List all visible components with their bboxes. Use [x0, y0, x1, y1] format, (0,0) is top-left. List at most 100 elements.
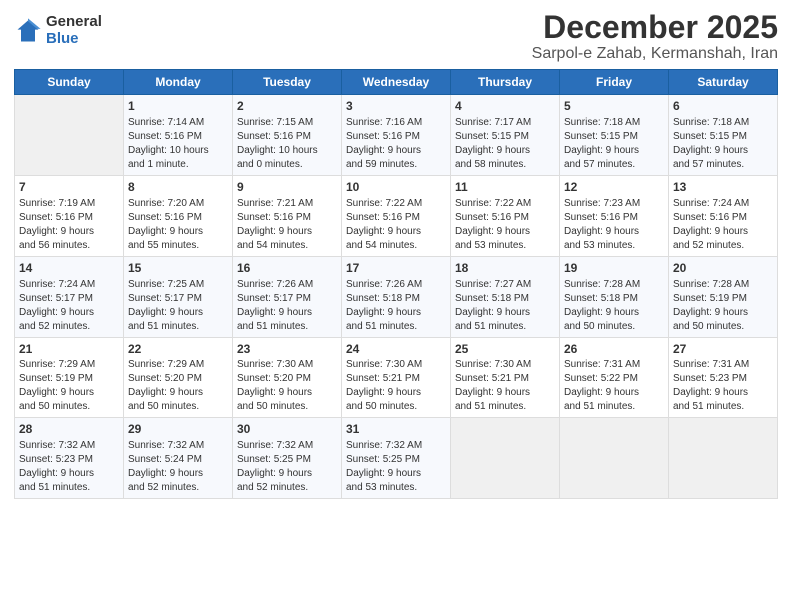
day-info-line: Daylight: 9 hours	[237, 467, 337, 481]
day-info-line: Daylight: 9 hours	[346, 467, 446, 481]
day-info-line: and 52 minutes.	[237, 481, 337, 495]
day-info-line: and 50 minutes.	[19, 400, 119, 414]
day-info-line: and 55 minutes.	[128, 239, 228, 253]
day-info-line: and 52 minutes.	[673, 239, 773, 253]
calendar-week-row: 7Sunrise: 7:19 AMSunset: 5:16 PMDaylight…	[15, 175, 778, 256]
day-info-line: Sunset: 5:22 PM	[564, 372, 664, 386]
day-info-line: Daylight: 9 hours	[128, 467, 228, 481]
day-info-line: Sunrise: 7:29 AM	[19, 358, 119, 372]
calendar-week-row: 28Sunrise: 7:32 AMSunset: 5:23 PMDayligh…	[15, 418, 778, 499]
day-info-line: Sunset: 5:16 PM	[346, 130, 446, 144]
day-info-line: Sunrise: 7:17 AM	[455, 116, 555, 130]
day-info-line: Daylight: 10 hours	[128, 144, 228, 158]
calendar-cell: 29Sunrise: 7:32 AMSunset: 5:24 PMDayligh…	[124, 418, 233, 499]
calendar-cell	[15, 95, 124, 176]
day-info-line: Sunset: 5:16 PM	[673, 211, 773, 225]
day-info-line: and 51 minutes.	[237, 320, 337, 334]
day-info-line: Daylight: 9 hours	[19, 225, 119, 239]
header-row: Sunday Monday Tuesday Wednesday Thursday…	[15, 70, 778, 95]
col-sunday: Sunday	[15, 70, 124, 95]
calendar-week-row: 21Sunrise: 7:29 AMSunset: 5:19 PMDayligh…	[15, 337, 778, 418]
day-number: 3	[346, 98, 446, 115]
calendar-cell: 5Sunrise: 7:18 AMSunset: 5:15 PMDaylight…	[560, 95, 669, 176]
day-info-line: Daylight: 9 hours	[19, 386, 119, 400]
day-number: 22	[128, 341, 228, 358]
day-info-line: and 50 minutes.	[128, 400, 228, 414]
day-info-line: Sunset: 5:16 PM	[564, 211, 664, 225]
day-info-line: Sunset: 5:16 PM	[346, 211, 446, 225]
day-info-line: Sunrise: 7:28 AM	[673, 278, 773, 292]
calendar-cell: 17Sunrise: 7:26 AMSunset: 5:18 PMDayligh…	[342, 256, 451, 337]
calendar-cell: 23Sunrise: 7:30 AMSunset: 5:20 PMDayligh…	[233, 337, 342, 418]
day-info-line: and 59 minutes.	[346, 158, 446, 172]
calendar-cell	[669, 418, 778, 499]
calendar-cell: 14Sunrise: 7:24 AMSunset: 5:17 PMDayligh…	[15, 256, 124, 337]
day-number: 23	[237, 341, 337, 358]
logo-icon	[14, 17, 42, 45]
day-info-line: Sunrise: 7:24 AM	[673, 197, 773, 211]
calendar-table: Sunday Monday Tuesday Wednesday Thursday…	[14, 69, 778, 499]
day-info-line: Sunset: 5:18 PM	[455, 292, 555, 306]
day-info-line: Sunrise: 7:31 AM	[564, 358, 664, 372]
day-info-line: Sunrise: 7:30 AM	[346, 358, 446, 372]
logo-general-text: General	[46, 14, 102, 31]
day-info-line: Sunrise: 7:21 AM	[237, 197, 337, 211]
day-info-line: Sunrise: 7:26 AM	[346, 278, 446, 292]
day-info-line: Daylight: 9 hours	[564, 225, 664, 239]
day-info-line: Daylight: 9 hours	[455, 225, 555, 239]
calendar-cell: 13Sunrise: 7:24 AMSunset: 5:16 PMDayligh…	[669, 175, 778, 256]
calendar-cell: 1Sunrise: 7:14 AMSunset: 5:16 PMDaylight…	[124, 95, 233, 176]
day-info-line: Sunset: 5:19 PM	[19, 372, 119, 386]
day-number: 16	[237, 260, 337, 277]
logo-blue-text: Blue	[46, 31, 102, 48]
logo-text: General Blue	[46, 14, 102, 47]
day-info-line: and 57 minutes.	[673, 158, 773, 172]
day-info-line: Daylight: 10 hours	[237, 144, 337, 158]
calendar-cell: 15Sunrise: 7:25 AMSunset: 5:17 PMDayligh…	[124, 256, 233, 337]
day-info-line: and 56 minutes.	[19, 239, 119, 253]
day-info-line: Sunset: 5:17 PM	[237, 292, 337, 306]
day-info-line: Daylight: 9 hours	[19, 467, 119, 481]
calendar-cell: 28Sunrise: 7:32 AMSunset: 5:23 PMDayligh…	[15, 418, 124, 499]
day-info-line: Sunrise: 7:16 AM	[346, 116, 446, 130]
calendar-week-row: 1Sunrise: 7:14 AMSunset: 5:16 PMDaylight…	[15, 95, 778, 176]
calendar-cell: 27Sunrise: 7:31 AMSunset: 5:23 PMDayligh…	[669, 337, 778, 418]
day-info-line: Sunset: 5:23 PM	[19, 453, 119, 467]
day-info-line: and 53 minutes.	[455, 239, 555, 253]
month-title: December 2025	[532, 10, 778, 45]
day-info-line: Daylight: 9 hours	[237, 225, 337, 239]
day-number: 5	[564, 98, 664, 115]
calendar-cell: 8Sunrise: 7:20 AMSunset: 5:16 PMDaylight…	[124, 175, 233, 256]
day-info-line: and 51 minutes.	[19, 481, 119, 495]
day-info-line: Daylight: 9 hours	[128, 386, 228, 400]
day-info-line: Daylight: 9 hours	[673, 306, 773, 320]
day-number: 18	[455, 260, 555, 277]
calendar-cell: 12Sunrise: 7:23 AMSunset: 5:16 PMDayligh…	[560, 175, 669, 256]
page-header: General Blue December 2025 Sarpol-e Zaha…	[14, 10, 778, 63]
day-info-line: Sunrise: 7:18 AM	[673, 116, 773, 130]
day-info-line: Sunset: 5:16 PM	[455, 211, 555, 225]
day-number: 19	[564, 260, 664, 277]
calendar-cell: 4Sunrise: 7:17 AMSunset: 5:15 PMDaylight…	[451, 95, 560, 176]
day-info-line: Daylight: 9 hours	[673, 225, 773, 239]
day-info-line: Daylight: 9 hours	[346, 144, 446, 158]
day-info-line: Sunset: 5:15 PM	[673, 130, 773, 144]
day-info-line: Sunrise: 7:30 AM	[237, 358, 337, 372]
day-number: 8	[128, 179, 228, 196]
day-info-line: and 58 minutes.	[455, 158, 555, 172]
day-number: 25	[455, 341, 555, 358]
day-number: 9	[237, 179, 337, 196]
day-number: 30	[237, 421, 337, 438]
day-info-line: Daylight: 9 hours	[237, 386, 337, 400]
calendar-cell	[560, 418, 669, 499]
day-info-line: Sunset: 5:25 PM	[237, 453, 337, 467]
day-number: 29	[128, 421, 228, 438]
day-info-line: and 51 minutes.	[455, 400, 555, 414]
day-number: 14	[19, 260, 119, 277]
day-info-line: Sunset: 5:24 PM	[128, 453, 228, 467]
day-info-line: and 0 minutes.	[237, 158, 337, 172]
day-info-line: Sunset: 5:25 PM	[346, 453, 446, 467]
day-info-line: Sunrise: 7:32 AM	[346, 439, 446, 453]
calendar-cell: 3Sunrise: 7:16 AMSunset: 5:16 PMDaylight…	[342, 95, 451, 176]
col-thursday: Thursday	[451, 70, 560, 95]
